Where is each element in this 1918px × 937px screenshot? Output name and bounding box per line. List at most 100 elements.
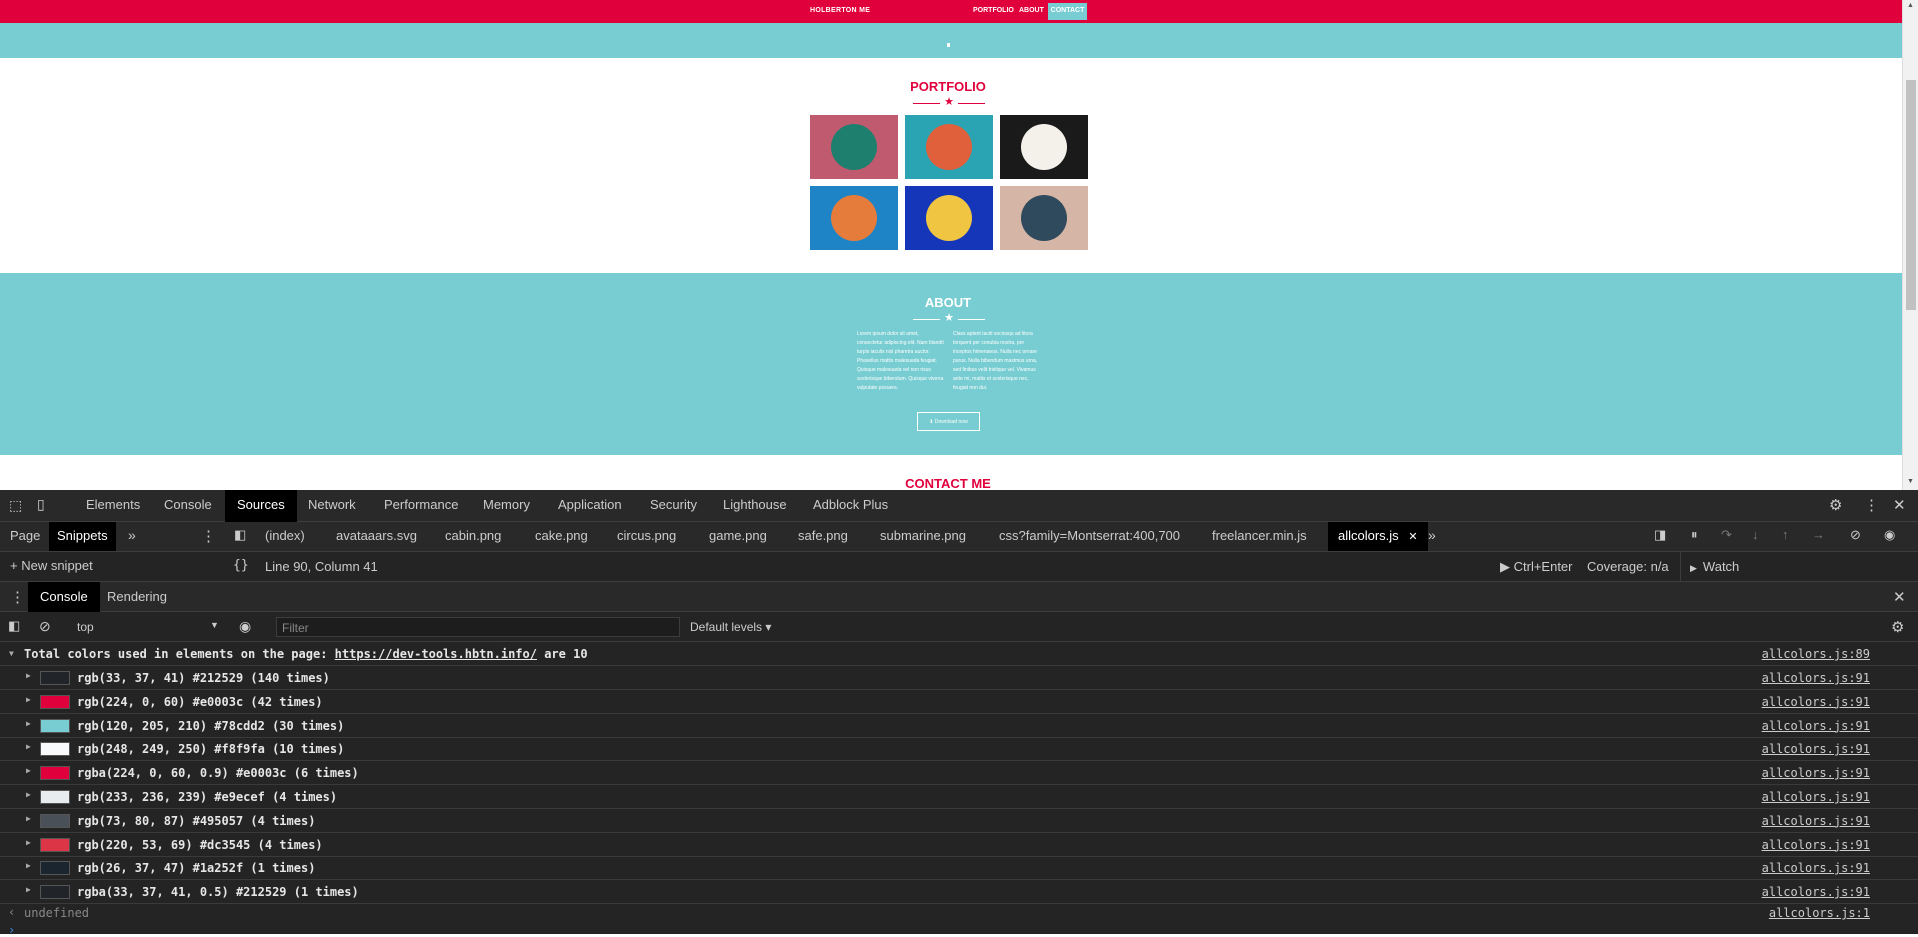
scroll-up-icon[interactable]: ▲ (1907, 2, 1914, 9)
file-tab-avataaars[interactable]: avataaars.svg (336, 528, 417, 543)
close-tab-icon[interactable]: ✕ (1408, 531, 1417, 543)
source-link[interactable]: allcolors.js:91 (1762, 695, 1870, 709)
nav-link-about[interactable]: ABOUT (1019, 7, 1044, 14)
console-summary-message[interactable]: ▼ Total colors used in elements on the p… (0, 642, 1918, 666)
tab-network[interactable]: Network (308, 497, 356, 512)
file-tab-cabin[interactable]: cabin.png (445, 528, 501, 543)
collapsed-triangle-icon[interactable]: ▶ (26, 695, 31, 704)
console-prompt-icon[interactable]: › (8, 923, 15, 937)
color-log-row[interactable]: ▶ rgb(220, 53, 69) #dc3545 (4 times) allco… (0, 833, 1918, 857)
color-log-row[interactable]: ▶ rgb(233, 236, 239) #e9ecef (4 times) all… (0, 785, 1918, 809)
tab-security[interactable]: Security (650, 497, 697, 512)
file-tab-allcolors-js[interactable]: allcolors.js ✕ (1328, 522, 1428, 551)
nav-link-contact[interactable]: CONTACT (1048, 3, 1087, 20)
page-scrollbar[interactable]: ▲ ▼ (1902, 0, 1918, 490)
drawer-tab-console[interactable]: Console (28, 582, 100, 612)
collapsed-triangle-icon[interactable]: ▶ (26, 671, 31, 680)
tab-application[interactable]: Application (558, 497, 622, 512)
collapsed-triangle-icon[interactable]: ▶ (26, 790, 31, 799)
portfolio-item[interactable] (1000, 186, 1088, 250)
tab-lighthouse[interactable]: Lighthouse (723, 497, 787, 512)
download-button[interactable]: ⬇ Download now (917, 412, 980, 431)
file-tab-cake[interactable]: cake.png (535, 528, 588, 543)
more-files-chevron-icon[interactable]: » (1428, 527, 1436, 543)
tab-snippets[interactable]: Snippets (49, 522, 116, 551)
file-tab-safe[interactable]: safe.png (798, 528, 848, 543)
device-toolbar-icon[interactable]: ▯ (37, 496, 45, 513)
new-snippet-button[interactable]: + New snippet (10, 558, 200, 573)
settings-gear-icon[interactable]: ⚙ (1829, 496, 1842, 514)
scroll-down-icon[interactable]: ▼ (1907, 478, 1914, 485)
source-link[interactable]: allcolors.js:91 (1762, 861, 1870, 875)
pause-on-exceptions-icon[interactable]: ◉ (1884, 527, 1895, 543)
color-log-row[interactable]: ▶ rgb(73, 80, 87) #495057 (4 times) allcol… (0, 809, 1918, 833)
deactivate-breakpoints-icon[interactable]: ⊘ (1850, 527, 1861, 543)
source-link[interactable]: allcolors.js:91 (1762, 790, 1870, 804)
tab-memory[interactable]: Memory (483, 497, 530, 512)
step-into-icon[interactable]: ↓ (1752, 527, 1759, 542)
step-out-icon[interactable]: ↑ (1782, 527, 1789, 542)
more-options-icon[interactable]: ⋮ (1864, 496, 1879, 514)
pause-icon[interactable]: ⏸ (1691, 527, 1698, 543)
portfolio-item[interactable] (810, 186, 898, 250)
watch-section[interactable]: ▶ Watch (1690, 559, 1739, 574)
pretty-print-icon[interactable]: {} (233, 558, 249, 573)
console-settings-gear-icon[interactable]: ⚙ (1891, 618, 1904, 636)
drawer-menu-icon[interactable]: ⋮ (10, 588, 25, 606)
live-expression-eye-icon[interactable]: ◉ (239, 618, 251, 635)
collapsed-triangle-icon[interactable]: ▶ (26, 814, 31, 823)
color-log-row[interactable]: ▶ rgba(224, 0, 60, 0.9) #e0003c (6 times)… (0, 761, 1918, 786)
clear-console-icon[interactable]: ⊘ (39, 618, 51, 635)
toggle-debugger-icon[interactable]: ◨ (1654, 527, 1666, 543)
source-link[interactable]: allcolors.js:91 (1762, 838, 1870, 852)
color-log-row[interactable]: ▶ rgb(248, 249, 250) #f8f9fa (10 times) al… (0, 737, 1918, 762)
log-levels-dropdown[interactable]: Default levels ▾ (690, 620, 771, 634)
source-link[interactable]: allcolors.js:89 (1762, 647, 1870, 661)
file-tab-game[interactable]: game.png (709, 528, 767, 543)
source-link[interactable]: allcolors.js:91 (1762, 742, 1870, 756)
source-link[interactable]: allcolors.js:91 (1762, 885, 1870, 899)
collapsed-triangle-icon[interactable]: ▶ (26, 861, 31, 870)
collapsed-triangle-icon[interactable]: ▶ (26, 719, 31, 728)
file-tab-circus[interactable]: circus.png (617, 528, 676, 543)
summary-url-link[interactable]: https://dev-tools.hbtn.info/ (335, 647, 537, 661)
file-tab-index[interactable]: (index) (265, 528, 305, 543)
tab-performance[interactable]: Performance (384, 497, 458, 512)
portfolio-item[interactable] (1000, 115, 1088, 179)
collapsed-triangle-icon[interactable]: ▶ (26, 885, 31, 894)
close-devtools-icon[interactable]: ✕ (1893, 496, 1906, 514)
color-log-row[interactable]: ▶ rgba(33, 37, 41, 0.5) #212529 (1 times)… (0, 880, 1918, 905)
pane-splitter[interactable] (1680, 552, 1681, 582)
color-log-row[interactable]: ▶ rgb(26, 37, 47) #1a252f (1 times) allcol… (0, 856, 1918, 881)
source-link[interactable]: allcolors.js:91 (1762, 719, 1870, 733)
file-tab-montserrat-css[interactable]: css?family=Montserrat:400,700 (999, 528, 1180, 543)
collapsed-triangle-icon[interactable]: ▶ (26, 766, 31, 775)
console-filter-input[interactable]: Filter (276, 617, 680, 637)
expanded-triangle-icon[interactable]: ▼ (9, 649, 14, 658)
color-log-row[interactable]: ▶ rgb(120, 205, 210) #78cdd2 (30 times) al… (0, 714, 1918, 738)
file-tab-freelancer-js[interactable]: freelancer.min.js (1212, 528, 1307, 543)
more-options-icon[interactable]: ⋮ (201, 527, 216, 545)
step-over-icon[interactable]: ↷ (1721, 527, 1732, 543)
collapsed-triangle-icon[interactable]: ▶ (26, 838, 31, 847)
toggle-navigator-icon[interactable]: ◧ (234, 527, 246, 543)
inspect-element-icon[interactable]: ⬚ (9, 497, 22, 514)
context-selector[interactable]: top ▼ (77, 620, 219, 634)
color-log-row[interactable]: ▶ rgb(33, 37, 41) #212529 (140 times) allc… (0, 666, 1918, 690)
scrollbar-thumb[interactable] (1906, 80, 1916, 310)
tab-adblock-plus[interactable]: Adblock Plus (813, 497, 888, 512)
drawer-tab-rendering[interactable]: Rendering (107, 589, 167, 604)
color-log-row[interactable]: ▶ rgb(224, 0, 60) #e0003c (42 times) allco… (0, 690, 1918, 714)
file-tab-submarine[interactable]: submarine.png (880, 528, 966, 543)
source-link[interactable]: allcolors.js:91 (1762, 766, 1870, 780)
portfolio-item[interactable] (905, 115, 993, 179)
console-sidebar-icon[interactable]: ◧ (8, 618, 20, 634)
nav-link-portfolio[interactable]: PORTFOLIO (973, 7, 1014, 14)
portfolio-item[interactable] (905, 186, 993, 250)
collapsed-triangle-icon[interactable]: ▶ (26, 742, 31, 751)
source-link[interactable]: allcolors.js:91 (1762, 671, 1870, 685)
tab-elements[interactable]: Elements (86, 497, 140, 512)
source-link[interactable]: allcolors.js:91 (1762, 814, 1870, 828)
tab-page[interactable]: Page (10, 528, 40, 543)
more-tabs-chevron-icon[interactable]: » (128, 527, 136, 543)
